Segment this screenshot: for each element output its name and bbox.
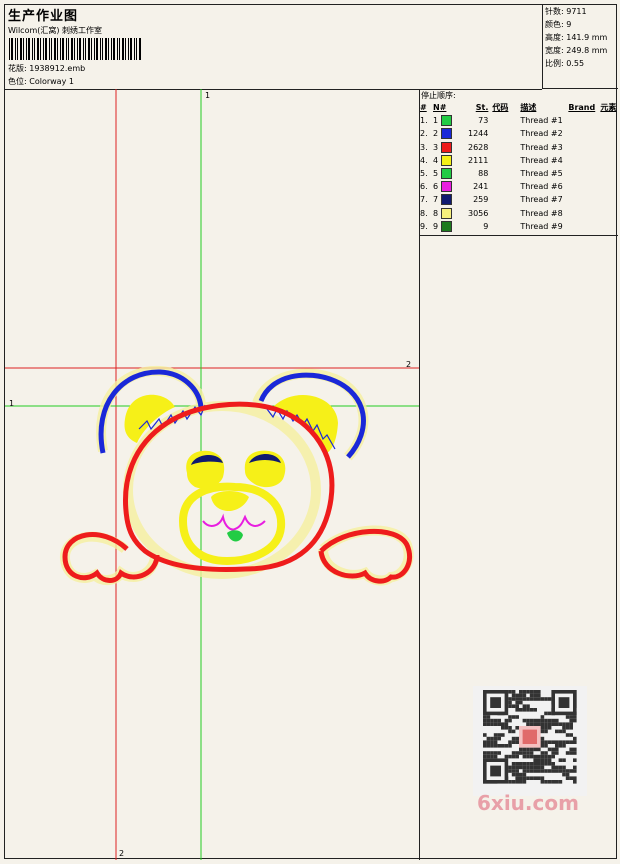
design-canvas: 1 1 2 2 [5, 89, 420, 860]
design-file-line: 花版: 1938912.emb [8, 63, 85, 74]
thread-swatch [440, 154, 452, 166]
production-sheet: { "header": { "title": "生产作业图", "subtitl… [0, 0, 620, 861]
thread-table-header: # N# St. 代码 描述 Brand 元素 [420, 103, 617, 113]
design-label: 花版: [8, 64, 27, 73]
embroidery-preview [5, 89, 419, 860]
thread-swatch [440, 115, 452, 127]
thread-swatch [440, 194, 452, 206]
thread-swatch [440, 141, 452, 153]
thread-row: 9. 9 9 Thread #9 [420, 220, 563, 232]
green-guide-label-top: 1 [205, 91, 211, 100]
subtitle: Wilcom(汇窝) 刺绣工作室 [8, 26, 103, 35]
thread-row: 6. 6 241 Thread #6 [420, 181, 563, 193]
stat-stitches: 针数: 9711 [545, 7, 587, 16]
colorway-value: Colorway 1 [29, 77, 74, 86]
thread-row: 5. 5 88 Thread #5 [420, 168, 563, 180]
thread-row: 1. 1 73 Thread #1 [420, 115, 563, 127]
thread-row: 2. 2 1244 Thread #2 [420, 128, 563, 140]
stats-block: 针数: 9711 颜色: 9 高度: 141.9 mm 宽度: 249.8 mm… [542, 5, 618, 89]
barcode [9, 38, 141, 60]
red-guide-label-right: 2 [406, 360, 412, 369]
thread-row: 8. 8 3056 Thread #8 [420, 207, 563, 219]
watermark: 6xiu.com [477, 791, 579, 815]
thread-swatch [440, 181, 452, 193]
qr-code [473, 686, 587, 796]
thread-swatch [440, 128, 452, 140]
thread-row: 7. 7 259 Thread #7 [420, 194, 563, 206]
thread-table: # N# St. 代码 描述 Brand 元素 1. 1 73 Thread #1 2… [420, 101, 616, 233]
thread-row: 3. 3 2628 Thread #3 [420, 141, 563, 153]
thread-swatch [440, 168, 452, 180]
page-title: 生产作业图 [8, 9, 79, 24]
thread-row: 4. 4 2111 Thread #4 [420, 154, 563, 166]
red-guide-label-bottom: 2 [119, 849, 125, 858]
thread-panel-title: 停止顺序: [421, 91, 456, 100]
thread-panel: 停止顺序: # N# St. 代码 描述 Brand 元素 1. 1 73 Thre… [419, 89, 618, 236]
thread-swatch [440, 220, 452, 232]
header-block: 生产作业图 Wilcom(汇窝) 刺绣工作室 花版: 1938912.emb 色… [5, 5, 542, 90]
bear-design [60, 365, 414, 586]
stat-height: 高度: 141.9 mm [545, 33, 608, 42]
stat-width: 宽度: 249.8 mm [545, 46, 608, 55]
thread-swatch [440, 207, 452, 219]
green-guide-label-left: 1 [9, 399, 15, 408]
design-value: 1938912.emb [29, 64, 86, 73]
stat-scale: 比例: 0.55 [545, 59, 585, 68]
colorway-line: 色位: Colorway 1 [8, 76, 74, 87]
sheet-frame: 生产作业图 Wilcom(汇窝) 刺绣工作室 花版: 1938912.emb 色… [4, 4, 618, 860]
colorway-label: 色位: [8, 77, 27, 86]
stat-colors: 颜色: 9 [545, 20, 572, 29]
